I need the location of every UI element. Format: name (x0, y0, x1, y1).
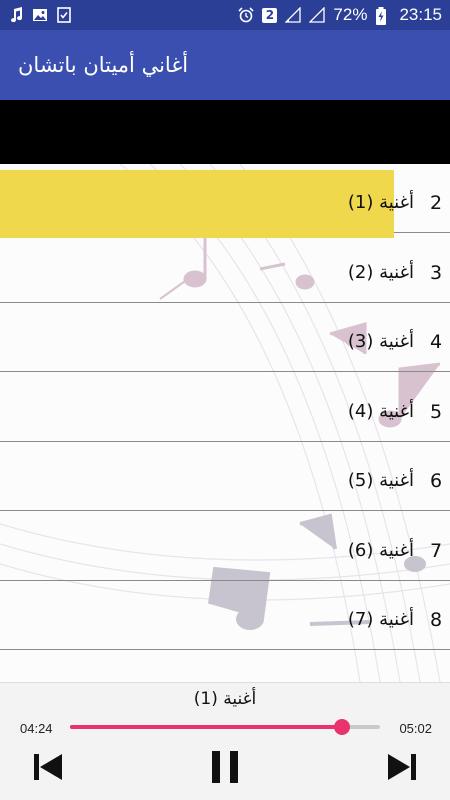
pause-icon (212, 751, 238, 783)
app-bar: أغاني أميتان باتشان (0, 30, 450, 100)
seek-bar[interactable] (70, 719, 380, 735)
ad-banner (0, 100, 450, 164)
song-row[interactable]: 8 أغنية (7) (0, 581, 450, 650)
song-title: أغنية (4) (347, 400, 414, 422)
song-title: أغنية (1) (347, 192, 414, 213)
clock: 23:15 (399, 5, 442, 24)
skip-previous-icon (34, 754, 62, 780)
signal-icon (284, 6, 302, 23)
music-note-icon (8, 7, 24, 23)
image-icon (32, 7, 48, 23)
song-number: 6 (430, 470, 443, 492)
song-number: 5 (430, 400, 443, 423)
alarm-icon (238, 7, 254, 23)
seek-progress (70, 725, 342, 729)
status-bar-right: 2 72% 23:15 (238, 5, 442, 25)
song-number: 4 (430, 331, 443, 353)
status-bar-left (8, 7, 72, 23)
app-title: أغاني أميتان باتشان (18, 53, 189, 77)
player-bar: أغنية (1) 04:24 05:02 (0, 682, 450, 800)
song-title: أغنية (5) (347, 470, 414, 491)
song-row[interactable]: 6 أغنية (5) (0, 442, 450, 511)
current-time: 04:24 (20, 721, 53, 736)
song-list[interactable]: 2 أغنية (1) 3 أغنية (2) 4 أغنية (3) 5 أغنية (4)… (0, 164, 450, 682)
total-duration: 05:02 (399, 721, 432, 736)
song-row[interactable]: 4 أغنية (3) (0, 303, 450, 372)
notification-badge: 2 (262, 7, 278, 23)
song-number: 8 (430, 609, 443, 631)
battery-percent: 72% (333, 5, 368, 24)
now-playing-title: أغنية (1) (193, 689, 257, 709)
skip-next-icon (388, 754, 416, 780)
pause-button[interactable] (205, 749, 245, 785)
song-number: 2 (430, 192, 443, 214)
song-row[interactable]: 7 أغنية (6) (0, 512, 450, 581)
seek-thumb[interactable] (333, 719, 350, 735)
song-title: أغنية (2) (347, 261, 414, 283)
signal-icon-2 (308, 6, 326, 23)
song-title: أغنية (3) (347, 331, 414, 352)
song-number: 3 (430, 261, 443, 284)
status-bar: 2 72% 23:15 (0, 0, 450, 30)
checklist-icon (56, 7, 72, 23)
song-row[interactable]: 5 أغنية (4) (0, 373, 450, 442)
battery-charging-icon (375, 7, 391, 25)
song-title: أغنية (7) (347, 609, 414, 630)
song-row[interactable]: 3 أغنية (2) (0, 234, 450, 303)
active-song-highlight (0, 170, 394, 238)
song-number: 7 (430, 539, 443, 562)
previous-button[interactable] (28, 749, 68, 785)
song-row[interactable]: 2 أغنية (1) (0, 164, 450, 238)
next-button[interactable] (382, 749, 422, 785)
song-title: أغنية (6) (347, 539, 414, 561)
